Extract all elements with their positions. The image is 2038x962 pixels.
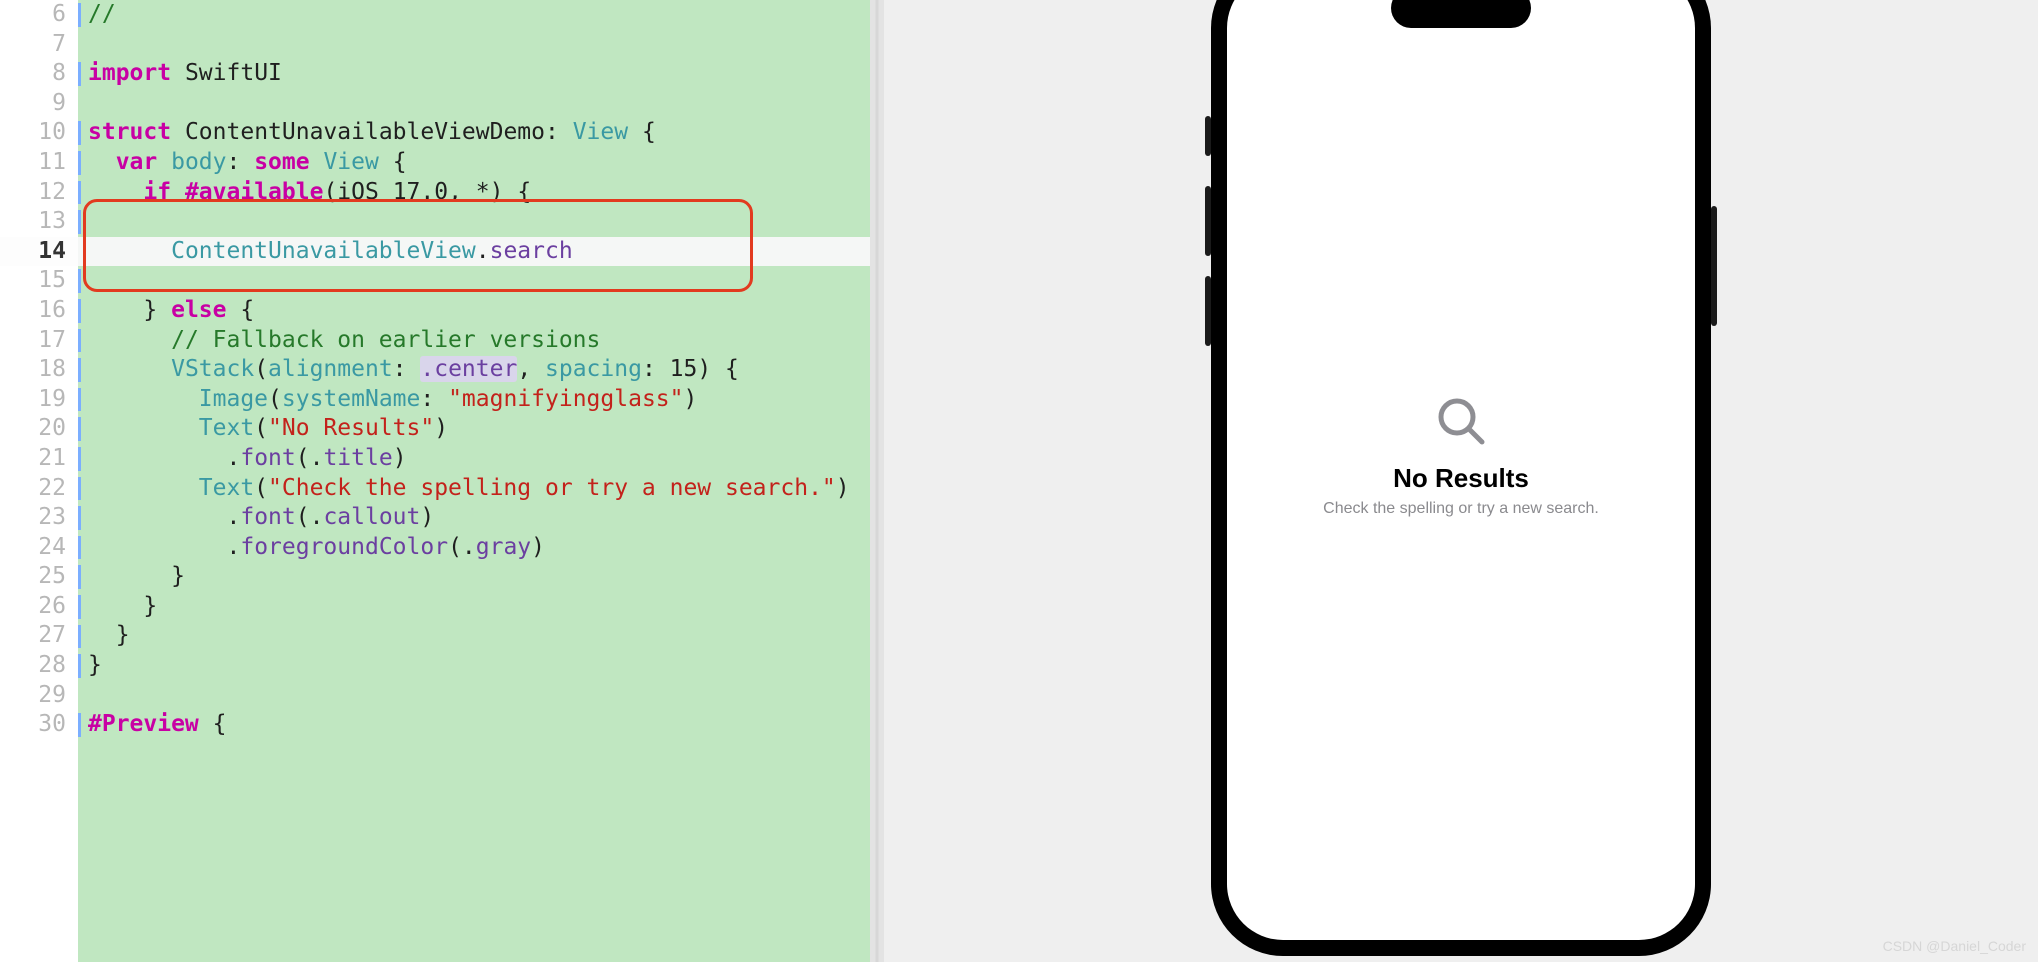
line-number: 14: [0, 237, 78, 267]
code-line[interactable]: import SwiftUI: [78, 59, 870, 89]
line-number: 20: [0, 414, 78, 444]
code-line[interactable]: if #available(iOS 17.0, *) {: [78, 178, 870, 208]
line-number-gutter: 6789101112131415161718192021222324252627…: [0, 0, 78, 962]
change-bar: [78, 625, 81, 649]
line-number: 19: [0, 385, 78, 415]
code-line[interactable]: }: [78, 592, 870, 622]
code-line[interactable]: [78, 89, 870, 119]
code-line[interactable]: }: [78, 651, 870, 681]
change-bar: [78, 121, 81, 145]
code-line[interactable]: struct ContentUnavailableViewDemo: View …: [78, 118, 870, 148]
change-bar: [78, 299, 81, 323]
code-line[interactable]: //: [78, 0, 870, 30]
line-number: 27: [0, 621, 78, 651]
change-bar: [78, 151, 81, 175]
change-bar: [78, 181, 81, 205]
change-bar: [78, 62, 81, 86]
change-bar: [78, 3, 81, 27]
code-line[interactable]: .foregroundColor(.gray): [78, 533, 870, 563]
device-screen[interactable]: No Results Check the spelling or try a n…: [1227, 0, 1695, 940]
change-bar: [78, 329, 81, 353]
change-bar: [78, 477, 81, 501]
code-line[interactable]: Text("Check the spelling or try a new se…: [78, 474, 870, 504]
line-number: 9: [0, 89, 78, 119]
code-line[interactable]: [78, 207, 870, 237]
change-bar: [78, 506, 81, 530]
code-line[interactable]: .font(.callout): [78, 503, 870, 533]
line-number: 21: [0, 444, 78, 474]
line-number: 30: [0, 710, 78, 740]
change-bar: [78, 565, 81, 589]
line-number: 12: [0, 178, 78, 208]
line-number: 16: [0, 296, 78, 326]
change-bar: [78, 388, 81, 412]
content-unavailable-view: No Results Check the spelling or try a n…: [1227, 0, 1695, 940]
empty-state-subtitle: Check the spelling or try a new search.: [1323, 500, 1599, 518]
code-editor[interactable]: 6789101112131415161718192021222324252627…: [0, 0, 870, 962]
code-line[interactable]: // Fallback on earlier versions: [78, 326, 870, 356]
line-number: 28: [0, 651, 78, 681]
code-line[interactable]: var body: some View {: [78, 148, 870, 178]
change-bar: [78, 210, 81, 234]
iphone-device-frame: No Results Check the spelling or try a n…: [1211, 0, 1711, 956]
change-bar: [78, 713, 81, 737]
change-bar: [78, 269, 81, 293]
code-line[interactable]: ContentUnavailableView.search: [78, 237, 870, 267]
line-number: 25: [0, 562, 78, 592]
line-number: 10: [0, 118, 78, 148]
line-number: 6: [0, 0, 78, 30]
magnifyingglass-icon: [1434, 394, 1488, 453]
line-number: 26: [0, 592, 78, 622]
code-line[interactable]: Image(systemName: "magnifyingglass"): [78, 385, 870, 415]
code-line[interactable]: [78, 681, 870, 711]
line-number: 17: [0, 326, 78, 356]
line-number: 7: [0, 30, 78, 60]
line-number: 24: [0, 533, 78, 563]
line-number: 13: [0, 207, 78, 237]
line-number: 11: [0, 148, 78, 178]
line-number: 22: [0, 474, 78, 504]
code-line[interactable]: }: [78, 562, 870, 592]
line-number: 8: [0, 59, 78, 89]
pane-splitter[interactable]: [870, 0, 884, 962]
code-line[interactable]: [78, 266, 870, 296]
change-bar: [78, 654, 81, 678]
change-bar: [78, 536, 81, 560]
code-line[interactable]: .font(.title): [78, 444, 870, 474]
change-bar: [78, 358, 81, 382]
change-bar: [78, 447, 81, 471]
line-number: 23: [0, 503, 78, 533]
code-line[interactable]: Text("No Results"): [78, 414, 870, 444]
change-bar: [78, 417, 81, 441]
code-line[interactable]: #Preview {: [78, 710, 870, 740]
code-area[interactable]: // import SwiftUI struct ContentUnavailabl…: [78, 0, 870, 962]
code-line[interactable]: } else {: [78, 296, 870, 326]
side-button: [1711, 206, 1717, 326]
line-number: 29: [0, 681, 78, 711]
watermark: CSDN @Daniel_Coder: [1883, 938, 2026, 954]
line-number: 18: [0, 355, 78, 385]
change-bar: [78, 595, 81, 619]
line-number: 15: [0, 266, 78, 296]
empty-state-title: No Results: [1393, 463, 1529, 494]
simulator-canvas: No Results Check the spelling or try a n…: [884, 0, 2038, 962]
code-line[interactable]: VStack(alignment: .center, spacing: 15) …: [78, 355, 870, 385]
code-line[interactable]: }: [78, 621, 870, 651]
code-line[interactable]: [78, 30, 870, 60]
